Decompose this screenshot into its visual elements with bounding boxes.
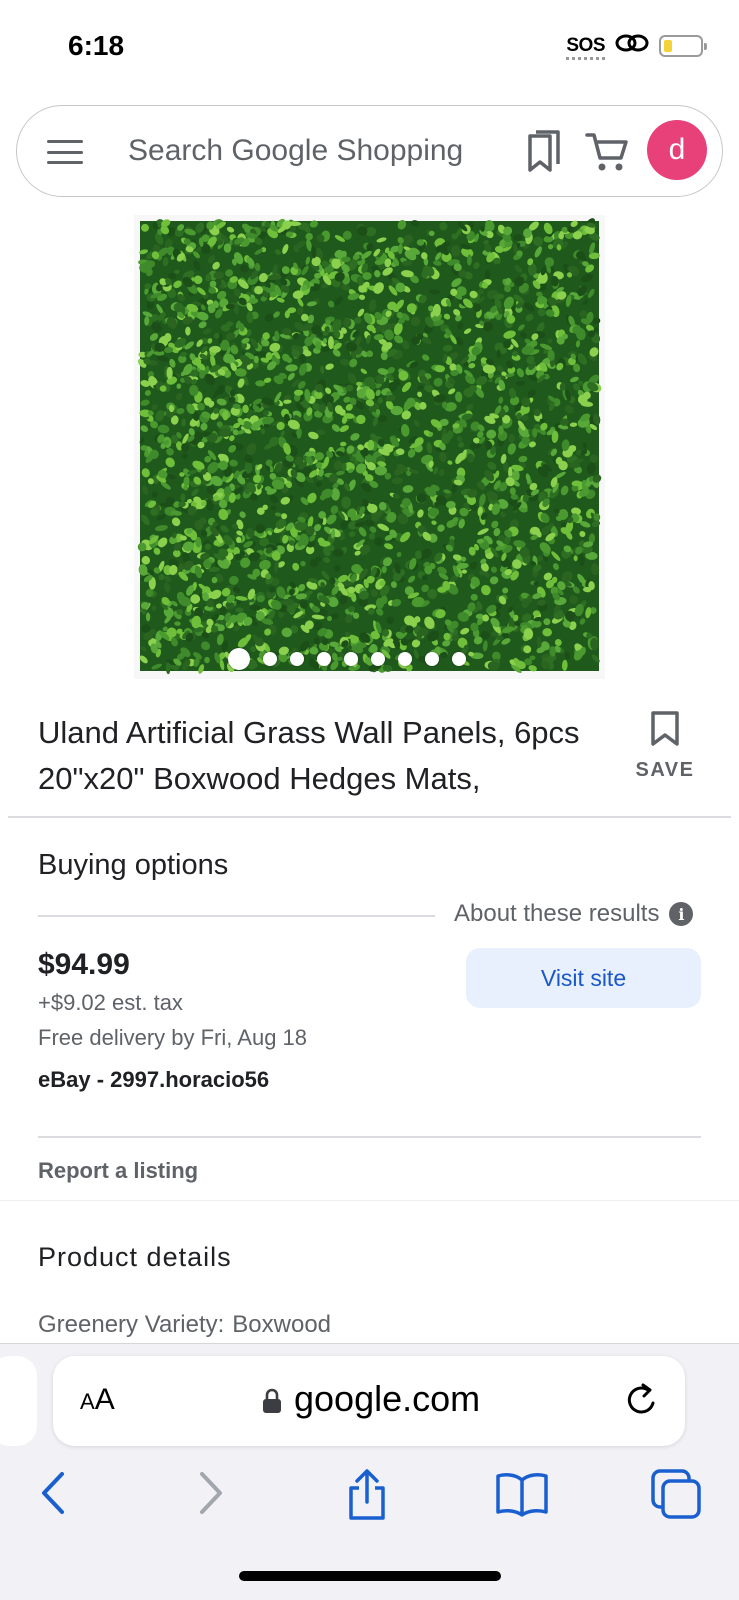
visit-site-button[interactable]: Visit site — [466, 948, 701, 1008]
carousel-dot[interactable] — [290, 652, 304, 666]
menu-icon[interactable] — [47, 140, 83, 164]
report-listing-link[interactable]: Report a listing — [38, 1158, 198, 1184]
detail-row: Greenery Variety: Boxwood — [38, 1311, 331, 1339]
back-button[interactable] — [38, 1468, 68, 1523]
carousel-dot[interactable] — [425, 652, 439, 666]
carousel-dot[interactable] — [317, 652, 331, 666]
product-title: Uland Artificial Grass Wall Panels, 6pcs… — [38, 715, 580, 796]
carousel-dot[interactable] — [344, 652, 358, 666]
home-indicator[interactable] — [239, 1571, 501, 1581]
forward-button[interactable] — [196, 1468, 226, 1523]
saved-items-icon[interactable] — [522, 128, 566, 181]
url-text[interactable]: google.com — [294, 1378, 480, 1420]
satellite-link-icon — [615, 32, 649, 59]
carousel-dot[interactable] — [263, 652, 277, 666]
product-details-heading: Product details — [38, 1242, 232, 1272]
avatar[interactable]: d — [647, 120, 707, 180]
image-carousel-indicator[interactable] — [228, 648, 466, 670]
detail-label: Greenery Variety: — [38, 1311, 225, 1338]
reader-settings-button[interactable]: AA — [80, 1383, 115, 1417]
bookmarks-icon[interactable] — [495, 1468, 549, 1523]
detail-value: Boxwood — [232, 1311, 332, 1338]
delivery-info: Free delivery by Fri, Aug 18 — [38, 1025, 308, 1050]
address-bar[interactable]: AA google.com — [53, 1356, 685, 1446]
seller-name: eBay - 2997.horacio56 — [38, 1067, 270, 1092]
save-label: SAVE — [635, 759, 695, 781]
share-icon[interactable] — [345, 1468, 389, 1527]
buying-options-heading: Buying options — [38, 849, 229, 881]
carousel-dot[interactable] — [371, 652, 385, 666]
save-button[interactable]: SAVE — [630, 710, 700, 782]
divider — [38, 915, 435, 917]
search-bar[interactable]: Search Google Shopping d — [16, 105, 723, 197]
about-results-link[interactable]: About these results i — [454, 900, 694, 928]
bookmark-icon — [651, 711, 679, 746]
battery-icon — [659, 34, 707, 57]
status-icons: SOS — [566, 32, 707, 60]
previous-tab-preview[interactable] — [0, 1356, 37, 1446]
status-time: 6:18 — [68, 30, 125, 61]
carousel-dot[interactable] — [398, 652, 412, 666]
carousel-dot[interactable] — [452, 652, 466, 666]
about-results-label: About these results — [454, 900, 660, 927]
product-image[interactable] — [134, 215, 605, 679]
price: $94.99 — [38, 948, 130, 981]
search-input[interactable]: Search Google Shopping — [128, 134, 463, 168]
cart-icon[interactable] — [583, 128, 631, 181]
sos-indicator: SOS — [566, 34, 605, 60]
status-bar: 6:18 SOS — [0, 0, 739, 95]
divider — [38, 1136, 701, 1138]
lock-icon — [262, 1388, 282, 1419]
reload-icon[interactable] — [623, 1381, 661, 1426]
divider — [0, 1200, 739, 1201]
divider — [8, 816, 731, 818]
browser-nav-row — [0, 1468, 739, 1528]
carousel-dot[interactable] — [228, 648, 250, 670]
info-icon: i — [669, 902, 694, 926]
tabs-icon[interactable] — [650, 1468, 702, 1525]
tax-estimate: +$9.02 est. tax — [38, 990, 183, 1015]
